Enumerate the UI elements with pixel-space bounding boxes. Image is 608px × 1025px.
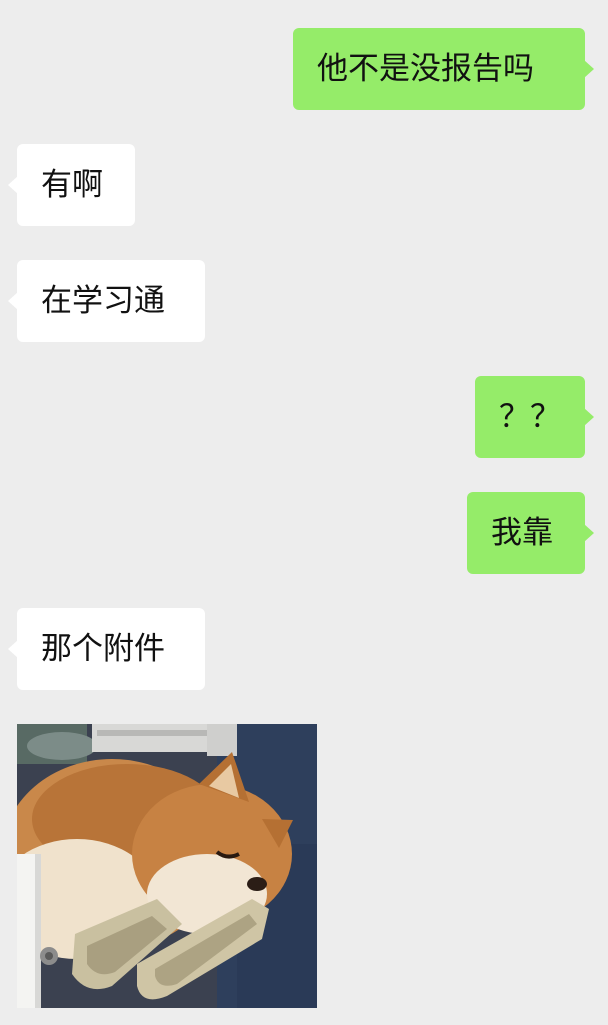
shiba-dog-sticker[interactable] — [17, 724, 317, 1008]
message-text: ？？ — [499, 399, 561, 435]
message-text: 有啊 — [41, 167, 103, 203]
message-bubble-incoming[interactable]: 在学习通 — [8, 260, 205, 342]
message-bubble-incoming[interactable]: 有啊 — [8, 144, 135, 226]
message-text: 我靠 — [491, 515, 553, 551]
message-bubble-incoming[interactable]: 那个附件 — [8, 608, 205, 690]
shiba-dog-image — [17, 724, 317, 1008]
message-text: 他不是没报告吗 — [317, 51, 534, 87]
message-text: 在学习通 — [41, 283, 165, 319]
message-bubble-outgoing[interactable]: 他不是没报告吗 — [293, 28, 594, 110]
message-text: 那个附件 — [41, 631, 165, 667]
message-bubble-outgoing[interactable]: ？？ — [475, 376, 594, 458]
chat-message-list[interactable]: 他不是没报告吗 有啊 在学习通 ？？ 我靠 那个附件 — [0, 0, 608, 1025]
message-bubble-outgoing[interactable]: 我靠 — [467, 492, 594, 574]
